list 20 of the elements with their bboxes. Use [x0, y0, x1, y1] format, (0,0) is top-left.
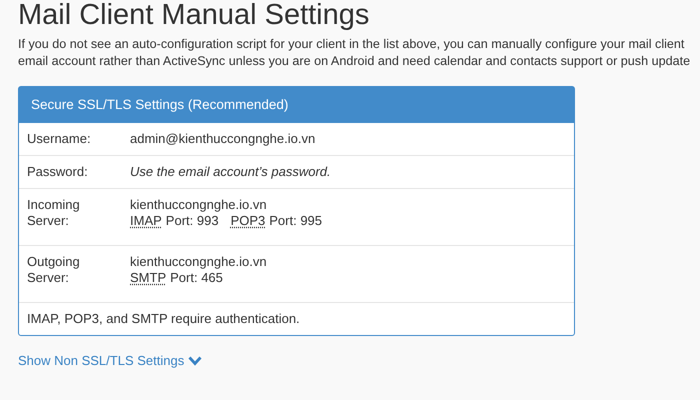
panel-footer-text: IMAP, POP3, and SMTP require authentication.: [27, 311, 300, 327]
field-label: Username:: [27, 131, 91, 147]
description-text: If you do not see an auto-configuration script for your client in the list above, you can manually configure your mail client email account rather than ActiveSync unless you are on Android and need calendar and contacts support or push update: [18, 36, 690, 70]
port-number: Port: 995: [269, 213, 322, 229]
protocol-abbreviation: POP3: [230, 213, 266, 229]
port-number: Port: 993: [166, 213, 219, 229]
panel-header: Secure SSL/TLS Settings (Recommended): [31, 97, 288, 112]
port-number: Port: 465: [170, 270, 223, 286]
server-host: kienthuccongnghe.io.vn: [130, 197, 268, 213]
protocol-abbreviation: SMTP: [130, 270, 166, 286]
field-label: Password:: [27, 164, 88, 180]
field-label: Outgoing Server:: [27, 254, 81, 286]
server-host: kienthuccongnghe.io.vn: [130, 254, 267, 270]
page-title: Mail Client Manual Settings: [18, 0, 370, 30]
show-settings-link[interactable]: Show Non SSL/TLS Settings: [18, 353, 202, 368]
field-value: Use the email account’s password.: [130, 164, 331, 180]
field-label: Incoming Server:: [27, 197, 81, 229]
field-value: admin@kienthuccongnghe.io.vn: [130, 131, 316, 147]
protocol-abbreviation: IMAP: [130, 213, 162, 229]
chevron-down-icon: [188, 356, 202, 366]
